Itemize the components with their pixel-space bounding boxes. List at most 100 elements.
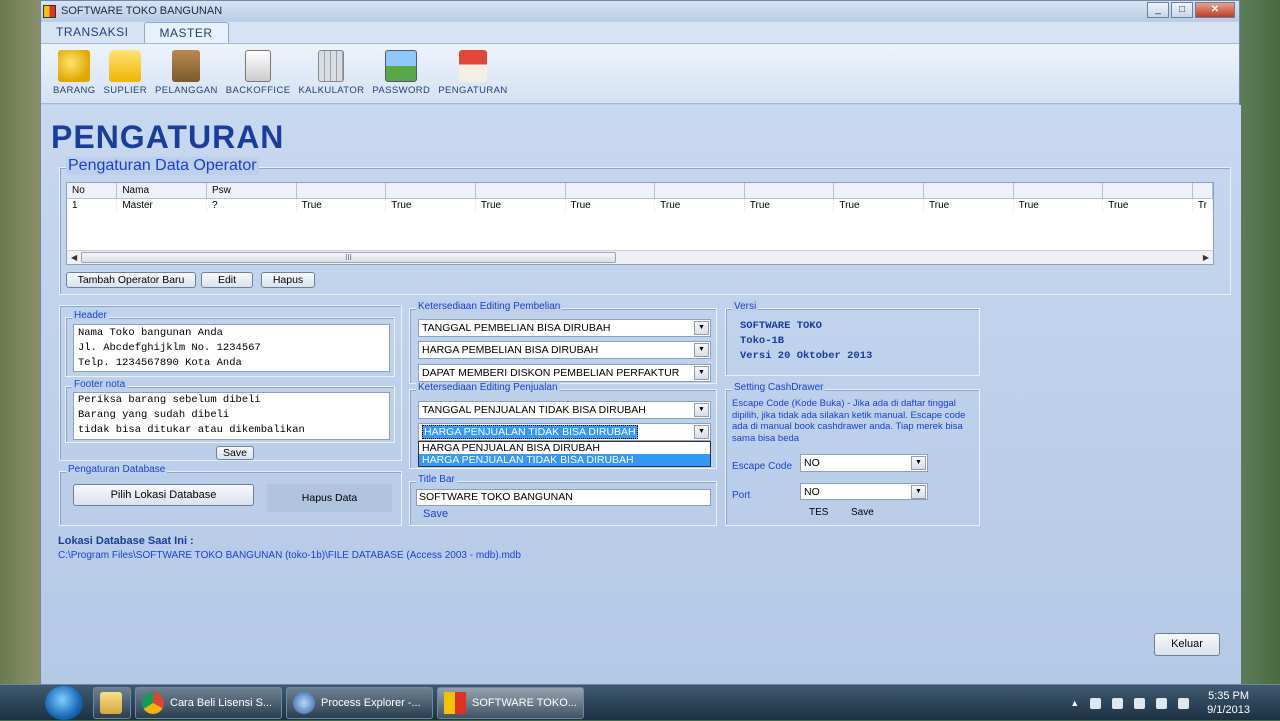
landscape-lock-icon <box>385 50 418 82</box>
column-header[interactable] <box>1102 183 1193 199</box>
table-cell[interactable]: True <box>1102 198 1193 213</box>
purchase-discount-select[interactable]: DAPAT MEMBERI DISKON PEMBELIAN PERFAKTUR… <box>418 364 711 382</box>
chrome-icon <box>142 691 164 714</box>
maximize-button[interactable]: □ <box>1171 2 1193 18</box>
titlebar-save-button[interactable]: Save <box>423 508 448 520</box>
database-group: Pengaturan Database Pilih Lokasi Databas… <box>59 464 402 526</box>
start-button[interactable] <box>45 685 83 720</box>
add-operator-button[interactable]: Tambah Operator Baru <box>66 272 196 288</box>
column-header[interactable] <box>1013 183 1104 199</box>
table-cell[interactable]: Tr <box>1192 198 1213 213</box>
table-header-row: No Nama Psw <box>67 183 1213 199</box>
table-cell[interactable]: True <box>1013 198 1104 213</box>
backoffice-button[interactable]: BACKOFFICE <box>226 50 291 103</box>
column-header[interactable] <box>1192 183 1213 199</box>
table-cell[interactable]: True <box>475 198 566 213</box>
choose-database-button[interactable]: Pilih Lokasi Database <box>73 484 254 506</box>
edit-operator-button[interactable]: Edit <box>201 272 253 288</box>
scroll-left-icon[interactable]: ◀ <box>71 251 77 264</box>
pengaturan-button[interactable]: PENGATURAN <box>438 50 507 103</box>
operator-group-title: Pengaturan Data Operator <box>66 157 259 175</box>
column-header[interactable]: No <box>67 183 118 199</box>
cashdrawer-save-button[interactable]: Save <box>851 507 874 518</box>
titlebar-group-title: Title Bar <box>416 474 457 485</box>
app-icon <box>43 4 56 18</box>
minimize-button[interactable]: _ <box>1147 2 1169 18</box>
table-cell[interactable]: True <box>385 198 476 213</box>
exit-button[interactable]: Keluar <box>1154 633 1220 656</box>
clock[interactable]: 5:35 PM 9/1/2013 <box>1207 689 1250 717</box>
table-cell[interactable]: Master <box>116 198 208 213</box>
password-button[interactable]: PASSWORD <box>372 50 430 103</box>
close-button[interactable]: ✕ <box>1195 2 1235 18</box>
chevron-down-icon[interactable]: ▼ <box>694 343 709 357</box>
database-location-path: C:\Program Files\SOFTWARE TOKO BANGUNAN … <box>58 550 521 561</box>
horizontal-scrollbar[interactable]: ◀ III ▶ <box>67 250 1213 264</box>
taskbar-item-chrome[interactable]: Cara Beli Lisensi S... <box>135 686 282 719</box>
settings-icon[interactable] <box>1112 697 1124 709</box>
column-header[interactable] <box>475 183 566 199</box>
tab-master[interactable]: MASTER <box>143 22 229 43</box>
column-header[interactable]: Nama <box>116 183 208 199</box>
header-textarea[interactable]: Nama Toko bangunan Anda Jl. Abcdefghijkl… <box>73 324 390 372</box>
explorer-taskbar-button[interactable] <box>93 686 131 719</box>
footer-save-button[interactable]: Save <box>216 446 254 460</box>
security-icon[interactable] <box>1134 697 1146 709</box>
tab-transaksi[interactable]: TRANSAKSI <box>41 22 144 43</box>
column-header[interactable] <box>385 183 476 199</box>
scrollbar-thumb[interactable]: III <box>81 252 616 263</box>
dropdown-option-selected[interactable]: HARGA PENJUALAN TIDAK BISA DIRUBAH <box>419 454 710 466</box>
chevron-down-icon[interactable]: ▼ <box>694 425 709 439</box>
column-header[interactable] <box>296 183 387 199</box>
table-cell[interactable]: True <box>654 198 745 213</box>
footer-group-title: Footer nota <box>72 379 128 390</box>
table-cell[interactable]: True <box>923 198 1014 213</box>
column-header[interactable] <box>565 183 656 199</box>
chevron-down-icon[interactable]: ▼ <box>694 321 709 335</box>
taskbar-item-process-explorer[interactable]: Process Explorer -... <box>286 686 433 719</box>
column-header[interactable] <box>923 183 1014 199</box>
column-header[interactable] <box>744 183 835 199</box>
chevron-down-icon[interactable]: ▼ <box>911 485 926 499</box>
purchase-price-select[interactable]: HARGA PEMBELIAN BISA DIRUBAH ▼ <box>418 341 711 359</box>
escape-code-select[interactable]: NO ▼ <box>800 454 928 472</box>
table-cell[interactable]: True <box>565 198 656 213</box>
taskbar-item-software-toko[interactable]: SOFTWARE TOKO... <box>437 686 584 719</box>
operator-table[interactable]: No Nama Psw 1 Master ? True True True Tr… <box>66 182 1214 265</box>
suplier-button[interactable]: SUPLIER <box>104 50 147 103</box>
chevron-down-icon[interactable]: ▼ <box>694 403 709 417</box>
table-cell[interactable]: 1 <box>67 198 118 213</box>
column-header[interactable] <box>833 183 924 199</box>
sales-price-dropdown[interactable]: HARGA PENJUALAN BISA DIRUBAH HARGA PENJU… <box>418 441 711 467</box>
table-cell[interactable]: True <box>296 198 387 213</box>
delete-data-button[interactable]: Hapus Data <box>267 484 392 512</box>
sales-date-select[interactable]: TANGGAL PENJUALAN TIDAK BISA DIRUBAH ▼ <box>418 401 711 419</box>
folder-icon <box>100 691 122 714</box>
titlebar-input[interactable]: SOFTWARE TOKO BANGUNAN <box>416 489 711 506</box>
table-cell[interactable]: True <box>744 198 835 213</box>
delete-operator-button[interactable]: Hapus <box>261 272 315 288</box>
sales-price-select[interactable]: HARGA PENJUALAN TIDAK BISA DIRUBAH ▼ <box>418 423 711 441</box>
network-icon[interactable] <box>1090 697 1102 709</box>
chevron-down-icon[interactable]: ▼ <box>694 366 709 380</box>
volume-icon[interactable] <box>1178 697 1190 709</box>
title-bar[interactable]: SOFTWARE TOKO BANGUNAN _ □ ✕ <box>41 1 1239 21</box>
kalkulator-button[interactable]: KALKULATOR <box>298 50 364 103</box>
scroll-right-icon[interactable]: ▶ <box>1203 251 1209 264</box>
chevron-down-icon[interactable]: ▼ <box>911 456 926 470</box>
cashdrawer-group-title: Setting CashDrawer <box>732 382 826 393</box>
barang-button[interactable]: BARANG <box>53 50 96 103</box>
test-button[interactable]: TES <box>809 507 828 518</box>
table-row[interactable]: 1 Master ? True True True True True True… <box>67 198 1213 213</box>
table-cell[interactable]: True <box>833 198 924 213</box>
port-select[interactable]: NO ▼ <box>800 483 928 500</box>
table-cell[interactable]: ? <box>206 198 297 213</box>
dropdown-option[interactable]: HARGA PENJUALAN BISA DIRUBAH <box>419 442 710 454</box>
column-header[interactable]: Psw <box>206 183 297 199</box>
column-header[interactable] <box>654 183 745 199</box>
purchase-date-select[interactable]: TANGGAL PEMBELIAN BISA DIRUBAH ▼ <box>418 319 711 337</box>
footer-textarea[interactable]: Periksa barang sebelum dibeli Barang yan… <box>73 392 390 440</box>
show-hidden-icons[interactable]: ▲ <box>1070 698 1079 708</box>
pelanggan-button[interactable]: PELANGGAN <box>155 50 218 103</box>
signal-icon[interactable] <box>1156 697 1168 709</box>
